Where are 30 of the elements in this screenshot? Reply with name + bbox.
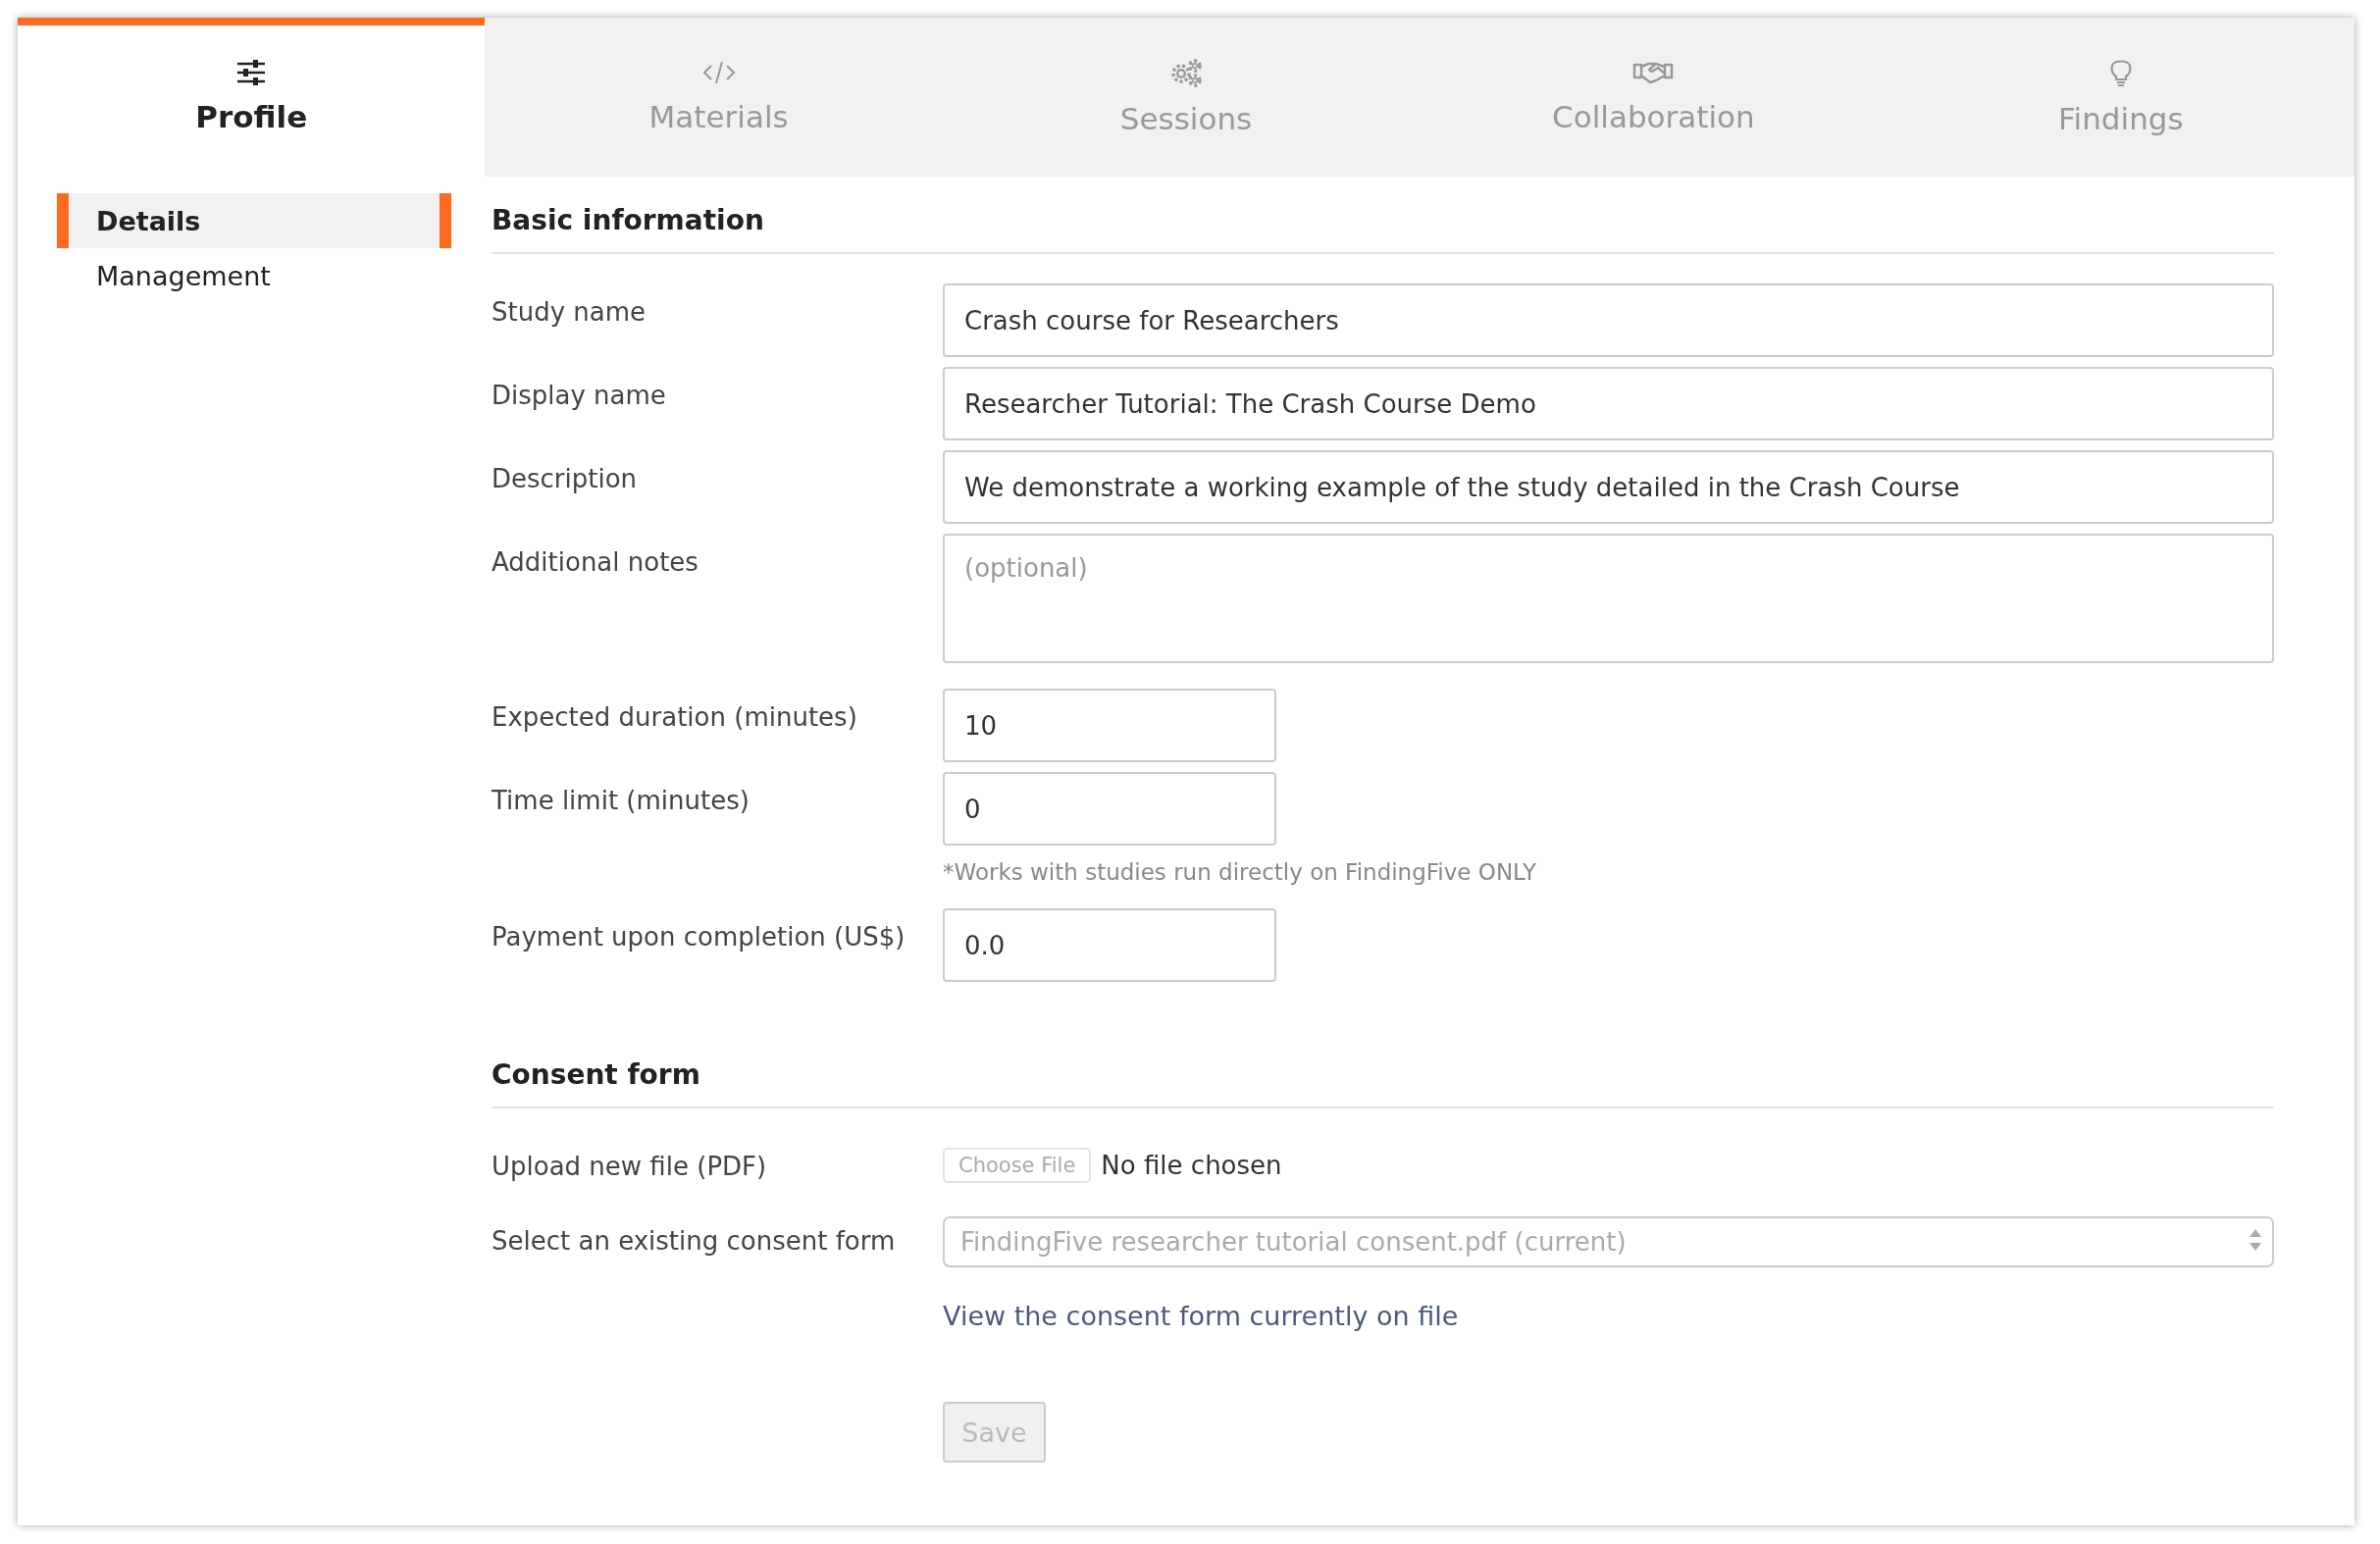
field-label: Upload new file (PDF) xyxy=(492,1152,767,1181)
file-status-text: No file chosen xyxy=(1101,1151,1282,1180)
field-label: Payment upon completion (US$) xyxy=(492,922,905,952)
field-label: Description xyxy=(492,464,638,493)
field-label: Time limit (minutes) xyxy=(492,786,750,815)
text-field[interactable]: Crash course for Researchers xyxy=(943,283,2274,357)
field-label: Study name xyxy=(492,297,647,327)
number-field[interactable]: 10 xyxy=(943,689,1276,762)
hint-text: *Works with studies run directly on FindingFive ONLY xyxy=(943,858,1537,887)
select-arrows-icon xyxy=(2249,1227,2262,1253)
number-field[interactable]: 0 xyxy=(943,772,1276,846)
code-icon xyxy=(701,60,736,85)
field-label: Additional notes xyxy=(492,547,698,577)
field-label: Select an existing consent form xyxy=(492,1226,896,1256)
gears-icon xyxy=(1169,58,1203,87)
section-heading: Consent form xyxy=(492,1031,2274,1108)
lightbulb-icon xyxy=(2109,58,2132,87)
consent-form-link[interactable]: View the consent form currently on file xyxy=(943,1277,1459,1331)
field-label: Expected duration (minutes) xyxy=(492,702,857,732)
text-field[interactable]: Researcher Tutorial: The Crash Course Demo xyxy=(943,367,2274,440)
notes-field[interactable]: (optional) xyxy=(943,534,2274,663)
section-heading: Basic information xyxy=(492,177,2274,254)
tab[interactable]: Profile xyxy=(18,18,486,177)
number-field[interactable]: 0.0 xyxy=(943,908,1276,982)
field-label: Display name xyxy=(492,381,666,410)
text-field[interactable]: We demonstrate a working example of the study detailed in the Crash Course xyxy=(943,450,2274,524)
sidebar-item[interactable]: Details xyxy=(57,193,451,248)
sidebar-item[interactable]: Management xyxy=(57,248,451,303)
handshake-icon xyxy=(1632,60,1675,85)
sliders-icon xyxy=(236,60,267,85)
